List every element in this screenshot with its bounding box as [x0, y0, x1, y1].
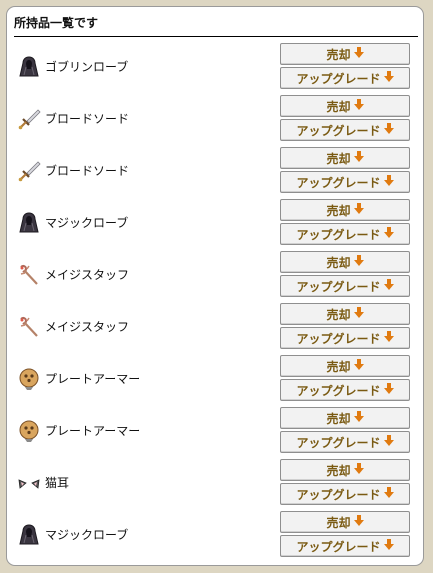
sell-button[interactable]: 売却 [280, 43, 410, 65]
sell-label: 売却 [326, 99, 351, 114]
sell-button[interactable]: 売却 [280, 95, 410, 117]
inventory-row: メイジスタッフ 売却アップグレード [7, 301, 423, 353]
arrow-down-icon [381, 227, 394, 241]
arrow-down-icon [351, 47, 364, 61]
item-name: マジックローブ [45, 528, 129, 542]
upgrade-button[interactable]: アップグレード [280, 535, 410, 557]
armor-icon [17, 419, 41, 443]
item-name: マジックローブ [45, 216, 129, 230]
arrow-down-icon [381, 123, 394, 137]
sell-label: 売却 [326, 515, 351, 530]
upgrade-label: アップグレード [296, 331, 381, 346]
inventory-row: 猫耳 売却アップグレード [7, 457, 423, 509]
sell-label: 売却 [326, 359, 351, 374]
sword-icon [17, 159, 41, 183]
sell-label: 売却 [326, 203, 351, 218]
inventory-row: プレートアーマー 売却アップグレード [7, 353, 423, 405]
arrow-down-icon [351, 255, 364, 269]
upgrade-button[interactable]: アップグレード [280, 431, 410, 453]
upgrade-label: アップグレード [296, 123, 381, 138]
arrow-down-icon [381, 487, 394, 501]
upgrade-label: アップグレード [296, 435, 381, 450]
inventory-panel: 所持品一覧です ゴブリンローブ 売却 アップグレード ブロードソード 売却 アップグレード… [6, 6, 424, 566]
sell-button[interactable]: 売却 [280, 355, 410, 377]
inventory-row: メイジスタッフ 売却アップグレード [7, 249, 423, 301]
robe-icon [17, 523, 41, 547]
sell-label: 売却 [326, 255, 351, 270]
upgrade-label: アップグレード [296, 539, 381, 554]
arrow-down-icon [381, 539, 394, 553]
staff-icon [17, 263, 41, 287]
upgrade-label: アップグレード [296, 175, 381, 190]
sell-button[interactable]: 売却 [280, 407, 410, 429]
armor-icon [17, 367, 41, 391]
upgrade-button[interactable]: アップグレード [280, 223, 410, 245]
sell-button[interactable]: 売却 [280, 303, 410, 325]
upgrade-button[interactable]: アップグレード [280, 483, 410, 505]
sell-button[interactable]: 売却 [280, 199, 410, 221]
arrow-down-icon [351, 151, 364, 165]
arrow-down-icon [351, 515, 364, 529]
inventory-row: ブロードソード 売却アップグレード [7, 93, 423, 145]
upgrade-label: アップグレード [296, 279, 381, 294]
item-name: ブロードソード [45, 112, 130, 126]
inventory-row: プレートアーマー 売却アップグレード [7, 405, 423, 457]
inventory-row: ブロードソード 売却アップグレード [7, 145, 423, 197]
item-name: プレートアーマー [45, 424, 141, 438]
upgrade-button[interactable]: アップグレード [280, 171, 410, 193]
sell-button[interactable]: 売却 [280, 147, 410, 169]
upgrade-button[interactable]: アップグレード [280, 275, 410, 297]
sell-label: 売却 [326, 151, 351, 166]
arrow-down-icon [381, 383, 394, 397]
sword-icon [17, 107, 41, 131]
arrow-down-icon [351, 307, 364, 321]
sell-label: 売却 [326, 47, 351, 62]
inventory-row: マジックローブ 売却アップグレード [7, 197, 423, 249]
upgrade-label: アップグレード [296, 227, 381, 242]
item-name: メイジスタッフ [45, 320, 130, 334]
arrow-down-icon [351, 203, 364, 217]
sell-label: 売却 [326, 307, 351, 322]
item-name: ゴブリンローブ [45, 60, 129, 74]
upgrade-button[interactable]: アップグレード [280, 379, 410, 401]
upgrade-button[interactable]: アップグレード [280, 119, 410, 141]
sell-label: 売却 [326, 463, 351, 478]
staff-icon [17, 315, 41, 339]
upgrade-label: アップグレード [296, 71, 381, 86]
sell-button[interactable]: 売却 [280, 459, 410, 481]
arrow-down-icon [351, 99, 364, 113]
upgrade-button[interactable]: アップグレード [280, 327, 410, 349]
inventory-row: マジックローブ 売却アップグレード [7, 509, 423, 561]
item-name: ブロードソード [45, 164, 130, 178]
panel-title: 所持品一覧です [14, 15, 418, 37]
sell-button[interactable]: 売却 [280, 251, 410, 273]
arrow-down-icon [351, 463, 364, 477]
sell-button[interactable]: 売却 [280, 511, 410, 533]
sell-label: 売却 [326, 411, 351, 426]
item-name: メイジスタッフ [45, 268, 130, 282]
robe-icon [17, 55, 41, 79]
inventory-row: ゴブリンローブ 売却アップグレード [7, 41, 423, 93]
arrow-down-icon [381, 279, 394, 293]
arrow-down-icon [351, 411, 364, 425]
upgrade-label: アップグレード [296, 383, 381, 398]
item-name: 猫耳 [45, 476, 70, 490]
upgrade-button[interactable]: アップグレード [280, 67, 410, 89]
arrow-down-icon [381, 71, 394, 85]
robe-icon [17, 211, 41, 235]
arrow-down-icon [381, 435, 394, 449]
cat-ears-icon [17, 471, 41, 495]
item-name: プレートアーマー [45, 372, 141, 386]
arrow-down-icon [351, 359, 364, 373]
arrow-down-icon [381, 175, 394, 189]
arrow-down-icon [381, 331, 394, 345]
upgrade-label: アップグレード [296, 487, 381, 502]
